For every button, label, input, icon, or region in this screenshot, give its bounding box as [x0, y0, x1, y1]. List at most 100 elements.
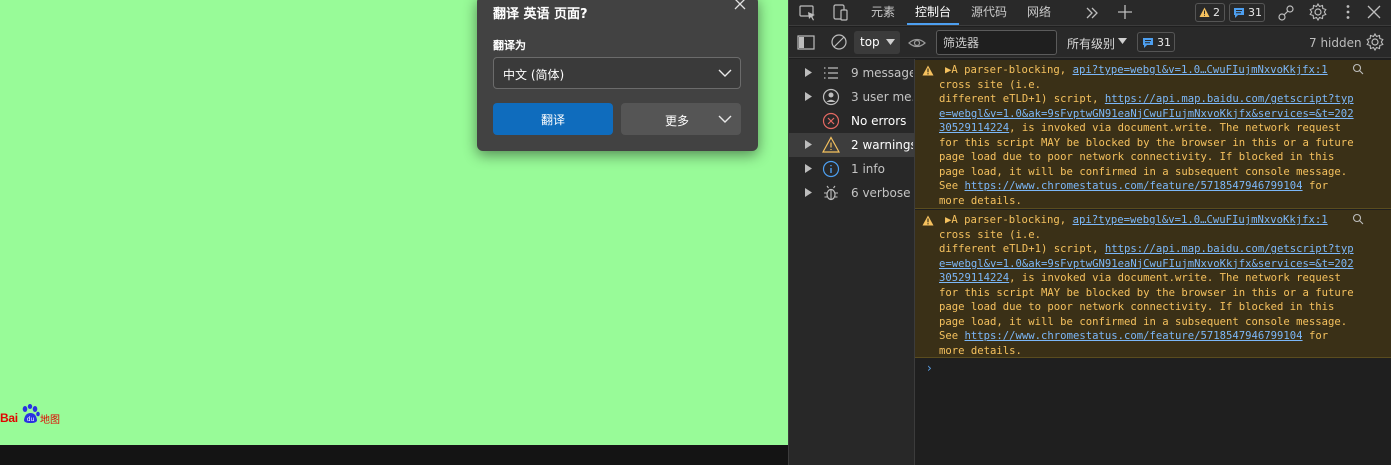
expand-arrow-icon[interactable] — [805, 188, 812, 197]
translate-button[interactable]: 翻译 — [493, 103, 613, 135]
tab-sources[interactable]: 源代码 — [964, 0, 1014, 25]
message-text: for this script MAY be blocked by the br… — [939, 286, 1354, 299]
info-icon — [822, 160, 840, 178]
caret-down-icon — [886, 39, 895, 45]
message-text: more details. — [939, 344, 1022, 357]
warnings-badge-count: 2 — [1213, 6, 1220, 19]
clear-console-icon[interactable] — [829, 32, 849, 52]
settings-gear-icon[interactable] — [1308, 2, 1328, 22]
more-options-icon[interactable] — [1338, 2, 1358, 22]
message-text: for — [1302, 330, 1329, 342]
message-text: See — [939, 330, 965, 342]
connect-icon[interactable] — [1276, 3, 1296, 23]
expand-arrow-icon[interactable] — [805, 164, 812, 173]
add-tab-icon[interactable] — [1115, 2, 1135, 22]
message-url-link[interactable]: https://api.map.baidu.com/getscript?typ — [1105, 93, 1354, 105]
sidebar-item-label: 3 user me... — [851, 90, 913, 104]
device-toolbar-icon[interactable] — [830, 3, 850, 23]
expand-arrow-icon[interactable] — [805, 92, 812, 101]
log-levels-dropdown[interactable]: 所有级别 — [1067, 35, 1115, 52]
message-text: page load due to poor network connectivi… — [939, 151, 1335, 163]
message-url-link[interactable]: e=webgl&v=1.0&ak=9sFvptwGN91eaNjCwuFIujm… — [939, 108, 1354, 120]
sidebar-toggle-icon[interactable] — [796, 33, 816, 53]
message-text: , is invoked via document.write. The net… — [1009, 122, 1341, 134]
more-button[interactable]: 更多 — [621, 103, 741, 135]
message-text: ▶A parser-blocking, — [945, 64, 1073, 76]
messages-badge[interactable]: 31 — [1229, 3, 1265, 22]
sidebar-item-label: 9 messages — [851, 66, 913, 80]
sidebar-item-label: 6 verbose — [851, 186, 911, 200]
console-warning-message[interactable]: ▶A parser-blocking, api?type=webgl&v=1.0… — [915, 210, 1391, 358]
baidu-logo-bai: Bai — [0, 411, 18, 425]
message-text: , is invoked via document.write. The net… — [1009, 272, 1341, 284]
live-expression-eye-icon[interactable] — [907, 33, 927, 53]
message-source-link[interactable]: api?type=webgl&v=1.0…CwuFIujmNxvoKkjfx:1 — [1073, 214, 1328, 226]
warning-icon — [1199, 7, 1210, 17]
message-url-link[interactable]: e=webgl&v=1.0&ak=9sFvptwGN91eaNjCwuFIujm… — [939, 258, 1354, 270]
close-icon[interactable] — [732, 0, 750, 14]
search-icon[interactable] — [1352, 213, 1364, 225]
console-filter-input[interactable] — [936, 30, 1057, 55]
message-text: ▶A parser-blocking, — [945, 214, 1073, 226]
message-text: page load due to poor network connectivi… — [939, 301, 1335, 313]
tab-console[interactable]: 控制台 — [907, 0, 959, 25]
sidebar-item-label: 1 info — [851, 162, 885, 176]
hidden-messages-count: 7 hidden — [1309, 36, 1362, 50]
warnings-badge[interactable]: 2 — [1195, 3, 1225, 22]
message-url-link[interactable]: https://www.chromestatus.com/feature/571… — [965, 330, 1303, 342]
message-text: cross site (i.e. — [939, 228, 1042, 241]
context-select[interactable]: top — [854, 31, 900, 54]
console-settings-gear-icon[interactable] — [1365, 32, 1385, 52]
bug-icon — [824, 185, 838, 201]
console-prompt[interactable]: › — [927, 361, 932, 375]
message-url-link[interactable]: 30529114224 — [939, 272, 1009, 284]
message-text: different eTLD+1) script, — [939, 93, 1105, 105]
translate-popup-title: 翻译 英语 页面? — [493, 7, 588, 22]
messages-badge-count: 31 — [1248, 6, 1262, 19]
sidebar-item-info[interactable]: 1 info — [789, 157, 914, 181]
message-url-link[interactable]: https://www.chromestatus.com/feature/571… — [965, 180, 1303, 192]
warning-icon — [922, 215, 934, 226]
translate-popup: 翻译 英语 页面? 翻译为 中文 (简体) 翻译 更多 — [477, 0, 758, 151]
chevron-down-icon — [718, 115, 732, 123]
message-url-link[interactable]: https://api.map.baidu.com/getscript?typ — [1105, 243, 1354, 255]
message-icon — [1234, 8, 1244, 18]
message-text: See — [939, 180, 965, 192]
warning-icon — [922, 65, 934, 76]
console-warning-message[interactable]: ▶A parser-blocking, api?type=webgl&v=1.0… — [915, 60, 1391, 209]
baidu-map-logo: Bai du 地图 — [0, 404, 62, 426]
message-text: for — [1302, 180, 1329, 192]
message-url-link[interactable]: 30529114224 — [939, 122, 1009, 134]
user-icon — [822, 88, 840, 106]
context-select-value: top — [860, 35, 880, 49]
list-icon — [824, 67, 838, 79]
issues-badge-count: 31 — [1157, 36, 1171, 49]
issues-badge[interactable]: 31 — [1137, 32, 1175, 52]
target-language-select[interactable]: 中文 (简体) — [493, 57, 741, 89]
tab-elements[interactable]: 元素 — [865, 0, 901, 25]
tab-network[interactable]: 网络 — [1021, 0, 1057, 25]
more-tabs-icon[interactable] — [1082, 3, 1102, 23]
translate-to-label: 翻译为 — [493, 39, 526, 52]
message-text: page load, it will be confirmed in a sub… — [939, 315, 1348, 328]
message-text: cross site (i.e. — [939, 78, 1042, 91]
message-text: different eTLD+1) script, — [939, 243, 1105, 255]
inspect-element-icon[interactable] — [798, 3, 818, 23]
sidebar-item-errors[interactable]: No errors — [789, 109, 914, 133]
warning-icon — [822, 136, 840, 153]
devtools-tab-bar: 元素 控制台 源代码 网络 2 31 — [789, 0, 1391, 26]
sidebar-item-verbose[interactable]: 6 verbose — [789, 181, 914, 205]
console-toolbar: top 所有级别 31 7 hidden — [789, 27, 1391, 58]
sidebar-item-user-messages[interactable]: 3 user me... — [789, 85, 914, 109]
message-text: more details. — [939, 194, 1022, 207]
search-icon[interactable] — [1352, 63, 1364, 75]
close-devtools-icon[interactable] — [1364, 2, 1384, 22]
message-icon — [1143, 38, 1153, 48]
message-source-link[interactable]: api?type=webgl&v=1.0…CwuFIujmNxvoKkjfx:1 — [1073, 64, 1328, 76]
expand-arrow-icon[interactable] — [805, 68, 812, 77]
sidebar-item-warnings[interactable]: 2 warnings — [789, 133, 914, 157]
message-text: for this script MAY be blocked by the br… — [939, 136, 1354, 149]
expand-arrow-icon[interactable] — [805, 140, 812, 149]
sidebar-item-messages[interactable]: 9 messages — [789, 61, 914, 85]
chevron-down-icon — [718, 69, 732, 77]
